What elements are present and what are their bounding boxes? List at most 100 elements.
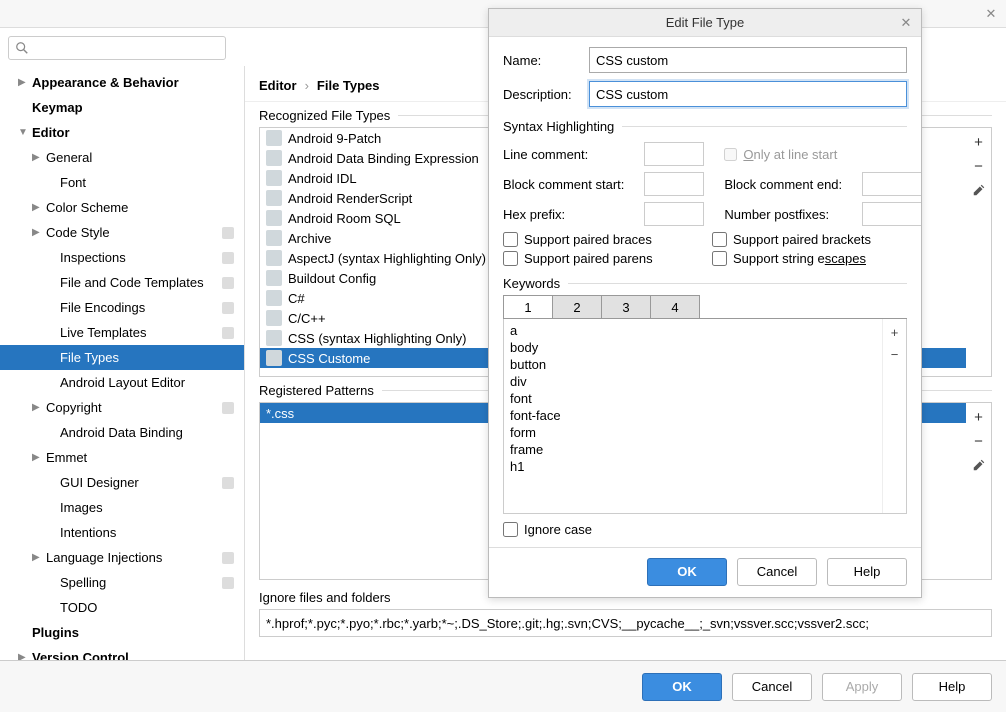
dialog-titlebar[interactable]: Edit File Type ✕ xyxy=(489,9,921,37)
keyword-list[interactable]: abodybuttondivfontfont-faceformframeh1 xyxy=(504,319,882,513)
keyword-item[interactable]: div xyxy=(504,373,882,390)
line-comment-input[interactable] xyxy=(644,142,704,166)
keyword-item[interactable]: form xyxy=(504,424,882,441)
tree-row[interactable]: Android Layout Editor xyxy=(0,370,244,395)
tree-row[interactable]: Intentions xyxy=(0,520,244,545)
string-escapes-checkbox[interactable]: Support string escapes xyxy=(712,251,907,266)
paired-parens-checkbox[interactable]: Support paired parens xyxy=(503,251,698,266)
cancel-button[interactable]: Cancel xyxy=(732,673,812,701)
keyword-item[interactable]: button xyxy=(504,356,882,373)
tree-row[interactable]: ▶General xyxy=(0,145,244,170)
filetype-icon xyxy=(266,130,282,146)
filetype-icon xyxy=(266,190,282,206)
help-button[interactable]: Help xyxy=(827,558,907,586)
tree-label: Code Style xyxy=(46,225,222,240)
search-input[interactable] xyxy=(8,36,226,60)
name-input[interactable] xyxy=(589,47,907,73)
dialog-footer: OK Cancel Help xyxy=(489,547,921,595)
filetype-label: Android Room SQL xyxy=(288,211,401,226)
tree-row[interactable]: Android Data Binding xyxy=(0,420,244,445)
close-icon[interactable]: ✕ xyxy=(897,14,915,32)
tree-row[interactable]: Images xyxy=(0,495,244,520)
filetype-label: C# xyxy=(288,291,305,306)
chevron-right-icon: › xyxy=(305,78,309,93)
tree-row[interactable]: Plugins xyxy=(0,620,244,645)
tree-row[interactable]: TODO xyxy=(0,595,244,620)
tree-row[interactable]: Spelling xyxy=(0,570,244,595)
tree-label: Plugins xyxy=(32,625,244,640)
block-end-input[interactable] xyxy=(862,172,921,196)
tree-row[interactable]: ▼Editor xyxy=(0,120,244,145)
filetype-label: Android IDL xyxy=(288,171,357,186)
tree-row[interactable]: File Types xyxy=(0,345,244,370)
filetype-label: CSS Custome xyxy=(288,351,370,366)
tree-row[interactable]: ▶Emmet xyxy=(0,445,244,470)
keyword-side-buttons: + − xyxy=(882,319,906,513)
add-icon[interactable]: + xyxy=(969,407,989,427)
hex-input[interactable] xyxy=(644,202,704,226)
tree-row[interactable]: ▶Color Scheme xyxy=(0,195,244,220)
settings-tree[interactable]: ▶Appearance & BehaviorKeymap▼Editor▶Gene… xyxy=(0,66,245,691)
close-icon[interactable]: ✕ xyxy=(982,5,1000,23)
paired-brackets-checkbox[interactable]: Support paired brackets xyxy=(712,232,907,247)
line-start-label: Only at line start xyxy=(743,147,837,162)
tree-label: General xyxy=(46,150,244,165)
tree-row[interactable]: ▶Appearance & Behavior xyxy=(0,70,244,95)
numpost-label: Number postfixes: xyxy=(724,207,842,222)
add-icon[interactable]: + xyxy=(886,323,904,341)
keyword-item[interactable]: h1 xyxy=(504,458,882,475)
tree-row[interactable]: ▶Language Injections xyxy=(0,545,244,570)
keyword-tab[interactable]: 4 xyxy=(650,295,700,318)
keyword-tab[interactable]: 2 xyxy=(552,295,602,318)
scope-badge-icon xyxy=(222,252,234,264)
line-comment-label: Line comment: xyxy=(503,147,624,162)
tree-label: Live Templates xyxy=(60,325,222,340)
filetype-label: Archive xyxy=(288,231,331,246)
cancel-button[interactable]: Cancel xyxy=(737,558,817,586)
search-icon xyxy=(15,41,29,55)
tree-label: File Types xyxy=(60,350,244,365)
ok-button[interactable]: OK xyxy=(642,673,722,701)
numpost-input[interactable] xyxy=(862,202,921,226)
remove-icon[interactable]: − xyxy=(969,431,989,451)
filetype-label: Android Data Binding Expression xyxy=(288,151,479,166)
keyword-item[interactable]: font-face xyxy=(504,407,882,424)
remove-icon[interactable]: − xyxy=(886,345,904,363)
line-start-checkbox xyxy=(724,148,737,161)
ignore-case-checkbox[interactable]: Ignore case xyxy=(503,522,907,537)
tree-row[interactable]: Live Templates xyxy=(0,320,244,345)
keyword-item[interactable]: body xyxy=(504,339,882,356)
tree-row[interactable]: ▶Copyright xyxy=(0,395,244,420)
keyword-item[interactable]: font xyxy=(504,390,882,407)
add-icon[interactable]: + xyxy=(969,132,989,152)
tree-label: Font xyxy=(60,175,244,190)
arrow-icon: ▶ xyxy=(32,552,46,563)
tree-row[interactable]: Keymap xyxy=(0,95,244,120)
scope-badge-icon xyxy=(222,577,234,589)
tree-row[interactable]: Font xyxy=(0,170,244,195)
tree-label: Inspections xyxy=(60,250,222,265)
remove-icon[interactable]: − xyxy=(969,156,989,176)
edit-filetype-dialog: Edit File Type ✕ Name: Description: Synt… xyxy=(488,8,922,598)
tree-row[interactable]: Inspections xyxy=(0,245,244,270)
help-button[interactable]: Help xyxy=(912,673,992,701)
paired-braces-checkbox[interactable]: Support paired braces xyxy=(503,232,698,247)
search-field[interactable] xyxy=(33,41,219,56)
edit-icon[interactable] xyxy=(969,180,989,200)
keyword-item[interactable]: frame xyxy=(504,441,882,458)
filetype-icon xyxy=(266,330,282,346)
ok-button[interactable]: OK xyxy=(647,558,727,586)
apply-button[interactable]: Apply xyxy=(822,673,902,701)
tree-row[interactable]: ▶Code Style xyxy=(0,220,244,245)
block-start-input[interactable] xyxy=(644,172,704,196)
arrow-icon: ▶ xyxy=(32,152,46,163)
tree-row[interactable]: GUI Designer xyxy=(0,470,244,495)
keyword-item[interactable]: a xyxy=(504,322,882,339)
ignore-input[interactable] xyxy=(259,609,992,637)
edit-icon[interactable] xyxy=(969,455,989,475)
tree-row[interactable]: File and Code Templates xyxy=(0,270,244,295)
keyword-tab[interactable]: 3 xyxy=(601,295,651,318)
description-input[interactable] xyxy=(589,81,907,107)
tree-row[interactable]: File Encodings xyxy=(0,295,244,320)
keyword-tab[interactable]: 1 xyxy=(503,295,553,318)
